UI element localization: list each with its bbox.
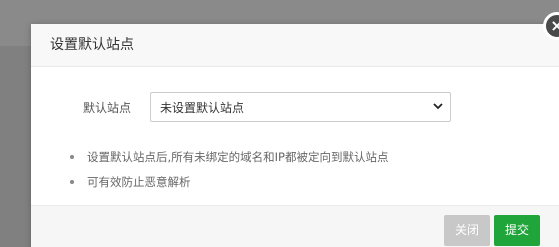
tips-list: 设置默认站点后,所有未绑定的域名和IP都被定向到默认站点 可有效防止恶意解析 [69,149,388,199]
close-button[interactable]: 关闭 [444,215,490,246]
tip-text: 设置默认站点后,所有未绑定的域名和IP都被定向到默认站点 [87,150,389,164]
chevron-down-icon [433,103,443,110]
submit-button[interactable]: 提交 [494,215,540,246]
default-site-selected-value: 未设置默认站点 [160,101,245,115]
default-site-select[interactable]: 未设置默认站点 [150,92,451,122]
default-site-row: 默认站点 未设置默认站点 [31,92,559,122]
set-default-site-dialog: 设置默认站点 默认站点 未设置默认站点 设置默认站点后,所有未绑定的域名和IP都… [31,24,559,247]
dialog-header: 设置默认站点 [31,24,559,67]
tip-item: 可有效防止恶意解析 [69,174,388,199]
bullet-icon [70,180,74,184]
default-site-label: 默认站点 [83,101,132,115]
dialog-footer: 关闭 提交 [31,205,559,247]
dialog-title: 设置默认站点 [50,37,134,53]
tip-text: 可有效防止恶意解析 [87,175,191,189]
tip-item: 设置默认站点后,所有未绑定的域名和IP都被定向到默认站点 [69,149,388,174]
bullet-icon [70,155,74,159]
